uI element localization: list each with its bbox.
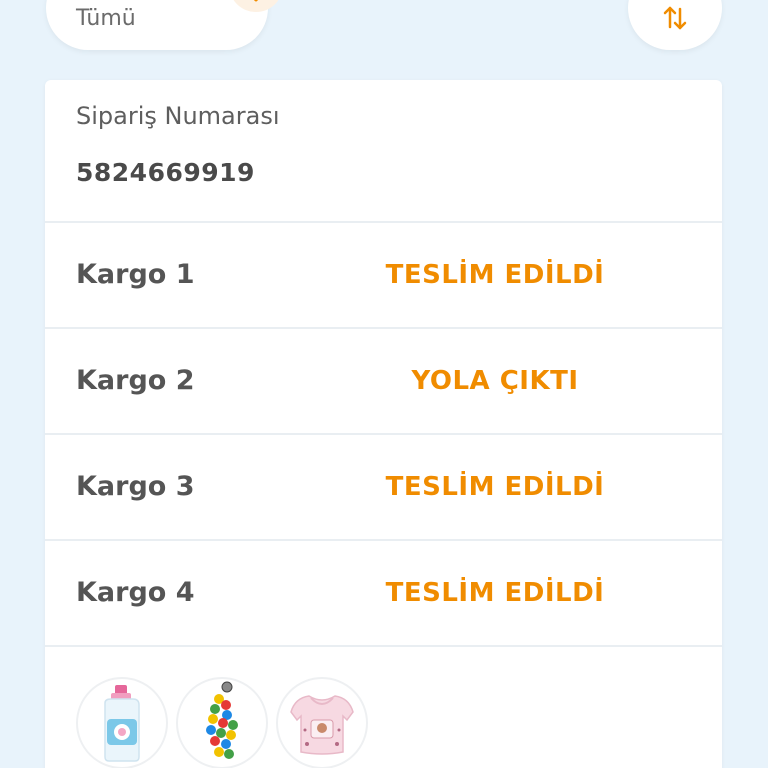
product-thumbnails <box>76 677 368 768</box>
chevron-down-icon[interactable] <box>229 0 283 12</box>
order-number: 5824669919 <box>76 158 255 187</box>
sort-arrows-icon <box>663 6 687 30</box>
order-card[interactable]: Sipariş Numarası 5824669919 Kargo 1 TESL… <box>45 80 722 768</box>
shipment-name: Kargo 1 <box>76 259 195 290</box>
order-number-label: Sipariş Numarası <box>76 102 280 130</box>
filter-label: Tümü <box>76 6 136 31</box>
shipment-name: Kargo 4 <box>76 577 195 608</box>
shipment-name: Kargo 2 <box>76 365 195 396</box>
shipment-row[interactable]: Kargo 4 TESLİM EDİLDİ <box>45 541 722 647</box>
shipment-status: TESLİM EDİLDİ <box>385 260 605 290</box>
baby-bib-image[interactable] <box>276 677 368 768</box>
colorful-ball-toy-image[interactable] <box>176 677 268 768</box>
shipment-row[interactable]: Kargo 3 TESLİM EDİLDİ <box>45 435 722 541</box>
sort-button[interactable] <box>628 0 722 50</box>
shipment-status: YOLA ÇIKTI <box>411 366 579 396</box>
order-header: Sipariş Numarası 5824669919 <box>45 80 722 223</box>
order-list-screen: Tümü Sipariş Numarası 5824669919 Kargo 1… <box>0 0 768 768</box>
shipment-row[interactable]: Kargo 2 YOLA ÇIKTI <box>45 329 722 435</box>
shipment-row[interactable]: Kargo 1 TESLİM EDİLDİ <box>45 223 722 329</box>
shipment-status: TESLİM EDİLDİ <box>385 472 605 502</box>
shipment-status: TESLİM EDİLDİ <box>385 578 605 608</box>
filter-dropdown[interactable]: Tümü <box>46 0 283 50</box>
detergent-bottle-image[interactable] <box>76 677 168 768</box>
shipment-name: Kargo 3 <box>76 471 195 502</box>
